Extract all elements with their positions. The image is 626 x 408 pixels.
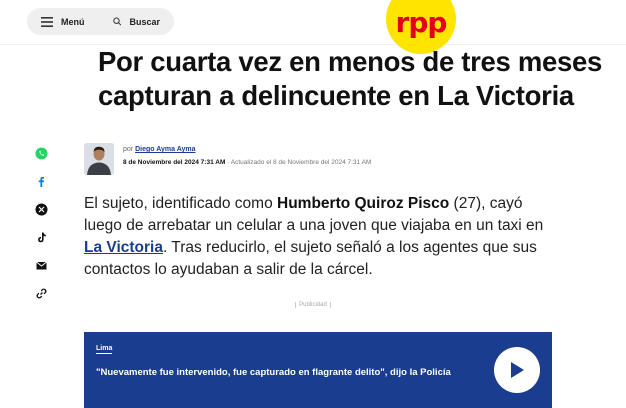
- share-email-button[interactable]: [32, 256, 50, 274]
- hamburger-icon: [41, 16, 53, 27]
- lead-person-name: Humberto Quiroz Pisco: [277, 195, 450, 212]
- copy-link-button[interactable]: [32, 284, 50, 302]
- search-button[interactable]: Buscar: [99, 8, 174, 35]
- whatsapp-icon: [35, 147, 47, 159]
- search-label: Buscar: [129, 16, 160, 27]
- byline: por Diego Ayma Ayma: [123, 146, 196, 153]
- logo-text: RPP: [395, 5, 448, 39]
- related-video-card[interactable]: Lima "Nuevamente fue intervenido, fue ca…: [84, 332, 552, 408]
- play-button[interactable]: [494, 347, 540, 393]
- share-whatsapp-button[interactable]: [32, 144, 50, 162]
- email-icon: [35, 261, 47, 269]
- x-icon: [35, 203, 47, 215]
- published-date: 8 de Noviembre del 2024 7:31 AM: [123, 159, 226, 166]
- author-avatar[interactable]: [84, 143, 114, 175]
- updated-date: · Actualizado el 8 de Noviembre del 2024…: [227, 159, 372, 166]
- ad-label: Publicidad: [0, 302, 626, 308]
- share-tiktok-button[interactable]: [32, 228, 50, 246]
- byline-prefix: por: [123, 146, 134, 153]
- facebook-icon: [38, 176, 44, 187]
- dateline: 8 de Noviembre del 2024 7:31 AM · Actual…: [123, 159, 371, 166]
- author-photo: [84, 143, 114, 175]
- la-victoria-link[interactable]: La Victoria: [84, 239, 163, 256]
- search-icon: [113, 17, 122, 26]
- share-bar: [32, 144, 50, 312]
- tiktok-icon: [37, 232, 46, 242]
- ad-label-text: Publicidad: [295, 302, 331, 308]
- lead-text-1: El sujeto, identificado como: [84, 195, 277, 212]
- article-title: Por cuarta vez en menos de tres meses ca…: [98, 46, 603, 111]
- share-facebook-button[interactable]: [32, 172, 50, 190]
- article-lead: El sujeto, identificado como Humberto Qu…: [84, 193, 546, 281]
- share-x-button[interactable]: [32, 200, 50, 218]
- card-headline: "Nuevamente fue intervenido, fue captura…: [96, 367, 451, 378]
- play-icon: [511, 362, 524, 378]
- menu-label: Menú: [61, 16, 85, 27]
- link-icon: [35, 287, 47, 299]
- author-link[interactable]: Diego Ayma Ayma: [135, 146, 195, 153]
- site-header: Menú Buscar RPP: [0, 0, 626, 54]
- card-section-label: Lima: [96, 345, 113, 354]
